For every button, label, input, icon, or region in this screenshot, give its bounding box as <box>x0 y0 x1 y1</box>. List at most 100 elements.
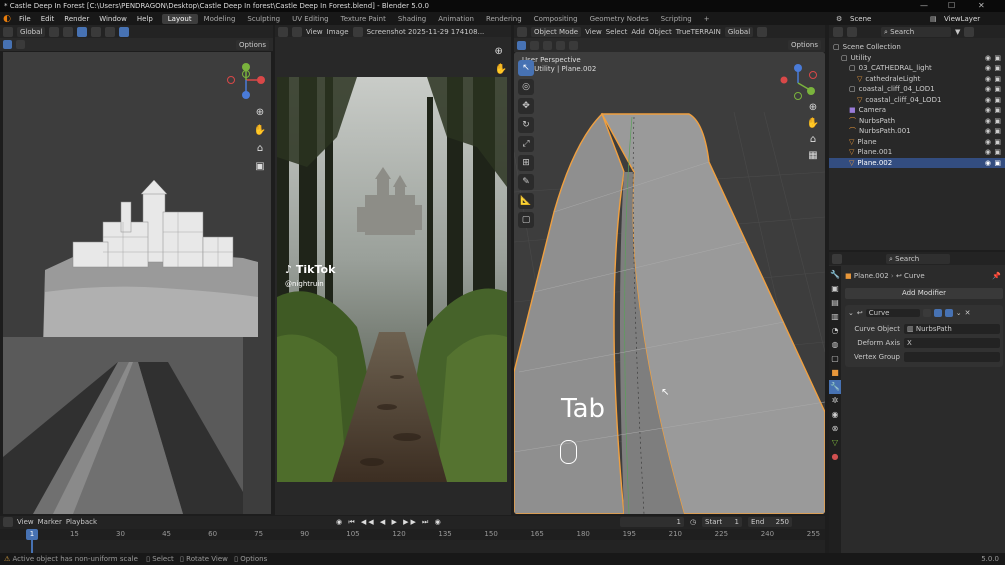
tab-uv-editing[interactable]: UV Editing <box>286 14 335 24</box>
modifier-menu-icon[interactable]: ⌄ <box>956 309 962 317</box>
image-mode-icon[interactable] <box>292 26 302 37</box>
image-view-menu[interactable]: View <box>306 28 323 36</box>
select-mode-icon[interactable] <box>16 40 25 49</box>
menu-help[interactable]: Help <box>132 15 158 23</box>
timeline-marker-menu[interactable]: Marker <box>38 518 62 526</box>
outliner-row[interactable]: ▽ Plane.001 ◉ ▣ <box>829 147 1005 158</box>
menu-file[interactable]: File <box>14 15 36 23</box>
viewlayer-selector[interactable]: ViewLayer <box>944 15 980 23</box>
outliner-row[interactable]: ⌒ NurbsPath.001 ◉ ▣ <box>829 126 1005 137</box>
tab-animation[interactable]: Animation <box>432 14 480 24</box>
timeline-playback-menu[interactable]: Playback <box>66 518 97 526</box>
render-toggle-icon[interactable]: ▣ <box>994 137 1001 148</box>
tab-shading[interactable]: Shading <box>392 14 432 24</box>
zoom-icon[interactable]: ⊕ <box>253 104 267 122</box>
world-tab-icon[interactable]: ◍ <box>829 338 841 352</box>
image-image-menu[interactable]: Image <box>327 28 349 36</box>
right-navigation-gizmo[interactable] <box>776 60 821 105</box>
visibility-toggle-icon[interactable]: ◉ <box>985 74 991 85</box>
move-tool-icon[interactable]: ✥ <box>518 98 534 114</box>
right-select-subtract-icon[interactable] <box>543 40 552 50</box>
properties-search[interactable]: ⌕ Search <box>886 253 950 264</box>
menu-window[interactable]: Window <box>94 15 132 23</box>
tab-compositing[interactable]: Compositing <box>528 14 584 24</box>
object-tab-icon[interactable]: ■ <box>829 366 841 380</box>
visibility-toggle-icon[interactable]: ◉ <box>985 158 991 169</box>
visibility-toggle-icon[interactable]: ◉ <box>985 53 991 64</box>
timeline-ruler[interactable]: 15 30 45 60 75 90 105 120 135 150 165 180 195 210 225 2… <box>0 529 825 540</box>
left-options-dropdown[interactable]: Options <box>235 39 269 50</box>
select-tool-icon[interactable]: ↖ <box>518 60 534 76</box>
right-add-menu[interactable]: Add <box>631 28 645 36</box>
playhead[interactable]: 1 <box>26 529 38 540</box>
right-view-menu[interactable]: View <box>585 28 602 36</box>
modifier-tab-icon[interactable]: 🔧 <box>829 380 841 394</box>
render-tab-icon[interactable]: ▣ <box>829 282 841 296</box>
image-name-field[interactable]: Screenshot 2025-11-29 174108... <box>367 28 485 36</box>
curve-object-field[interactable]: ▥ NurbsPath <box>904 323 1000 334</box>
add-cube-tool-icon[interactable]: ▢ <box>518 212 534 228</box>
annotate-tool-icon[interactable]: ✎ <box>518 174 534 190</box>
right-camera-icon[interactable]: ⌂ <box>805 132 821 148</box>
xray-icon[interactable] <box>105 26 116 37</box>
minimize-button[interactable]: — <box>920 0 928 12</box>
right-select-intersect-icon[interactable] <box>569 40 578 50</box>
object-mode-dropdown[interactable]: Object Mode <box>531 26 582 37</box>
outliner-row[interactable]: ▽ coastal_cliff_04_LOD1 ◉ ▣ <box>829 95 1005 106</box>
outliner-display-mode-icon[interactable] <box>847 26 857 37</box>
tab-scripting[interactable]: Scripting <box>655 14 698 24</box>
remove-modifier-icon[interactable]: ✕ <box>965 309 971 317</box>
end-frame-field[interactable]: End 250 <box>748 517 792 527</box>
scene-tab-icon[interactable]: ◔ <box>829 324 841 338</box>
timeline-type-icon[interactable] <box>3 517 13 527</box>
outliner-row[interactable]: ⌒ NurbsPath ◉ ▣ <box>829 116 1005 127</box>
outliner-row[interactable]: ▢ Utility ◉ ▣ <box>829 53 1005 64</box>
outliner-row[interactable]: ■ Camera ◉ ▣ <box>829 105 1005 116</box>
timeline-view-menu[interactable]: View <box>17 518 34 526</box>
vertex-group-field[interactable] <box>904 351 1000 362</box>
visibility-toggle-icon[interactable]: ◉ <box>985 84 991 95</box>
outliner-row[interactable]: ▽ Plane ◉ ▣ <box>829 137 1005 148</box>
properties-type-icon[interactable] <box>832 253 842 264</box>
outliner-search[interactable]: ⌕ Search <box>881 26 951 37</box>
new-collection-icon[interactable] <box>964 26 975 37</box>
scene-selector[interactable]: Scene <box>850 15 871 23</box>
edit-mode-toggle-icon[interactable] <box>922 309 931 317</box>
right-pan-icon[interactable]: ✋ <box>805 116 821 132</box>
filter-icon[interactable]: ▼ <box>955 28 960 36</box>
blender-logo-icon[interactable]: ◐ <box>0 14 14 24</box>
select-box-icon[interactable] <box>3 40 12 49</box>
render-toggle-icon[interactable]: ▣ <box>994 105 1001 116</box>
render-toggle-icon[interactable]: ▣ <box>994 126 1001 137</box>
menu-render[interactable]: Render <box>59 15 94 23</box>
right-snap-icon[interactable] <box>757 26 768 37</box>
rotate-tool-icon[interactable]: ↻ <box>518 117 534 133</box>
current-frame-field[interactable]: 1 <box>620 517 684 527</box>
pivot-icon[interactable] <box>49 26 60 37</box>
visibility-toggle-icon[interactable]: ◉ <box>985 116 991 127</box>
render-toggle-icon[interactable]: ▣ <box>994 53 1001 64</box>
right-select-menu[interactable]: Select <box>606 28 628 36</box>
overlay-icon[interactable] <box>91 26 102 37</box>
right-orientation-dropdown[interactable]: Global <box>724 26 754 37</box>
viewport-toggle-icon[interactable] <box>933 309 942 317</box>
tab-sculpting[interactable]: Sculpting <box>241 14 286 24</box>
tab-texture-paint[interactable]: Texture Paint <box>335 14 392 24</box>
right-3d-viewport[interactable]: User Perspective (1) Utility | Plane.002… <box>514 52 825 514</box>
outliner-row[interactable]: ▢ 03_CATHEDRAL_light ◉ ▣ <box>829 63 1005 74</box>
scale-tool-icon[interactable]: ⤢ <box>518 136 534 152</box>
close-button[interactable]: ✕ <box>978 0 985 12</box>
pan-hand-icon[interactable]: ✋ <box>253 122 267 140</box>
visibility-toggle-icon[interactable]: ◉ <box>985 95 991 106</box>
collapse-chevron-icon[interactable]: ⌄ <box>848 309 854 317</box>
left-navigation-gizmo[interactable] <box>225 57 270 107</box>
tab-geometry-nodes[interactable]: Geometry Nodes <box>584 14 655 24</box>
data-tab-icon[interactable]: ▽ <box>829 436 841 450</box>
right-object-menu[interactable]: Object <box>649 28 672 36</box>
add-workspace-button[interactable]: + <box>698 14 716 24</box>
view-layer-tab-icon[interactable]: ▥ <box>829 310 841 324</box>
tool-tab-icon[interactable]: 🔧 <box>829 268 841 282</box>
left-3d-viewport[interactable]: ⊕ ✋ ⌂ ▣ <box>3 52 271 514</box>
visibility-toggle-icon[interactable]: ◉ <box>985 126 991 137</box>
snap-icon[interactable] <box>63 26 74 37</box>
